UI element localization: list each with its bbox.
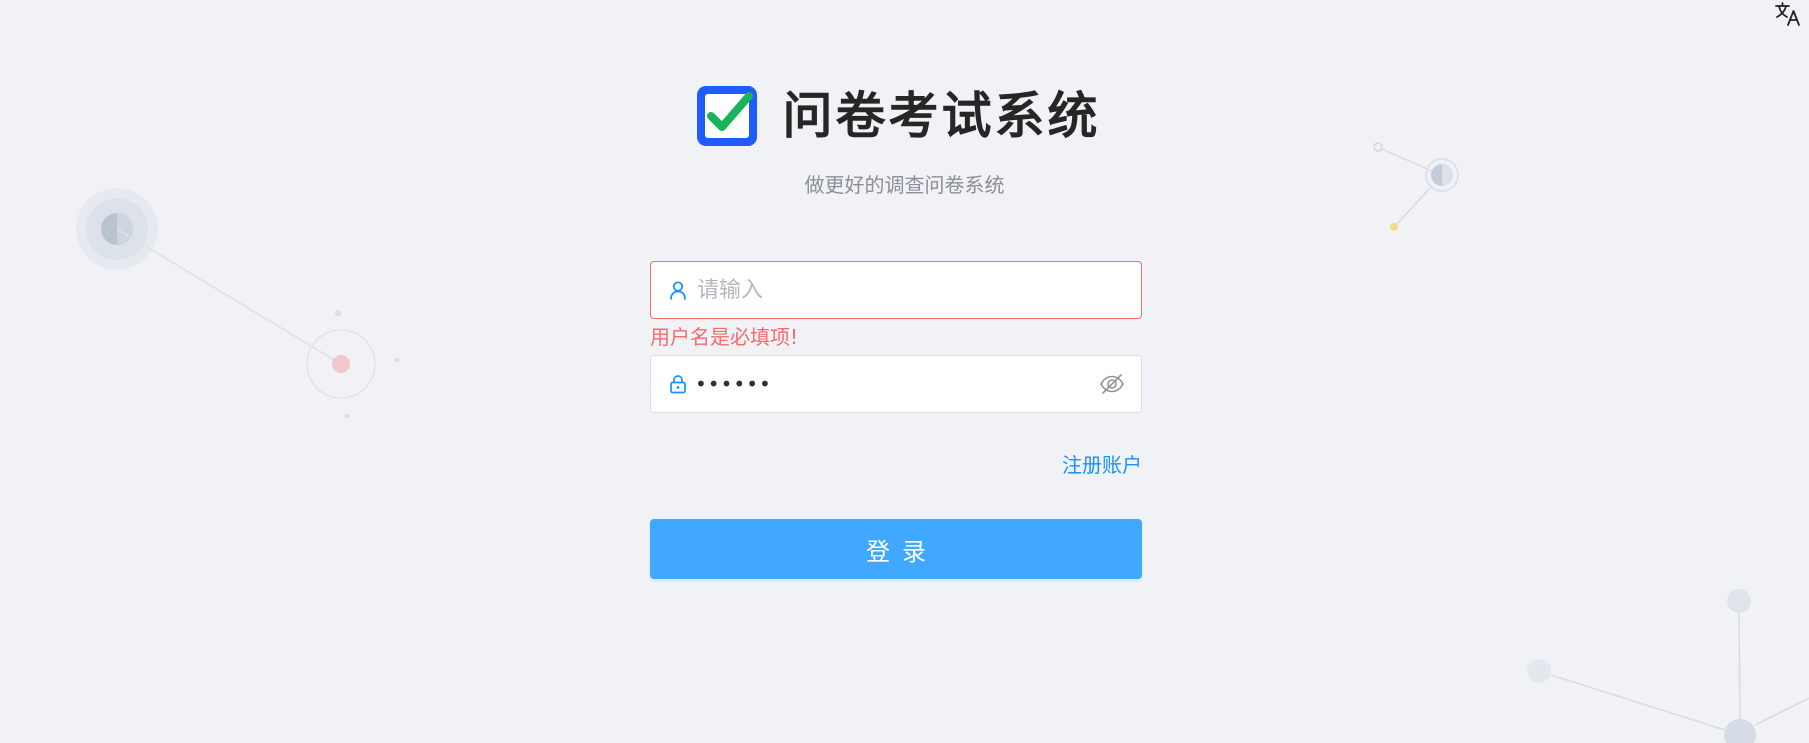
translate-icon — [1775, 2, 1800, 26]
login-form: 用户名是必填项! •••••• 注册账户 登录 — [650, 261, 1142, 579]
app-title: 问卷考试系统 — [782, 87, 1101, 145]
translate-button[interactable] — [1772, 0, 1804, 28]
app-header: 问卷考试系统 — [0, 82, 1809, 150]
username-input[interactable] — [695, 261, 1125, 319]
brand: 问卷考试系统 — [693, 82, 1101, 150]
eye-off-icon[interactable] — [1099, 371, 1125, 397]
username-error-message: 用户名是必填项! — [650, 325, 799, 349]
register-link[interactable]: 注册账户 — [1062, 453, 1142, 477]
checkbox-logo-icon — [696, 86, 757, 146]
password-input[interactable]: •••••• — [695, 355, 1099, 413]
password-field[interactable]: •••••• — [650, 355, 1142, 413]
app-subtitle: 做更好的调查问卷系统 — [804, 173, 1005, 197]
user-icon — [667, 279, 689, 301]
lock-icon — [667, 373, 689, 395]
register-row: 注册账户 — [650, 451, 1142, 479]
username-field[interactable] — [650, 261, 1142, 319]
login-button[interactable]: 登录 — [650, 519, 1142, 579]
